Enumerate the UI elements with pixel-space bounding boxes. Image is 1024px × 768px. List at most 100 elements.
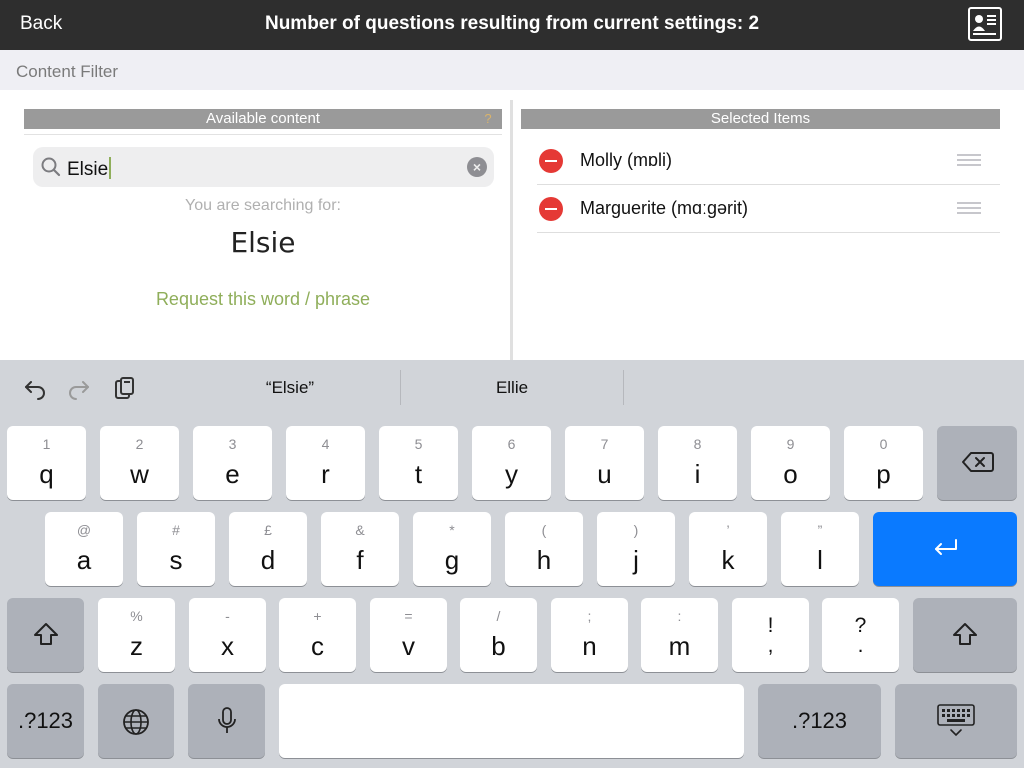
key-label-top: ! (767, 614, 774, 637)
suggestion-item[interactable]: “Elsie” (180, 378, 400, 398)
key-y[interactable]: 6y (472, 426, 551, 500)
key-l[interactable]: ” l (781, 512, 859, 586)
globe-key[interactable] (98, 684, 174, 758)
selected-item-row[interactable]: Marguerite (mɑːgərit) (537, 185, 1000, 233)
redo-icon[interactable] (67, 376, 91, 400)
clear-search-icon[interactable]: × (467, 157, 487, 177)
search-input[interactable]: Elsie (67, 157, 112, 181)
shift-key-left[interactable] (7, 598, 84, 672)
dictation-key[interactable] (188, 684, 265, 758)
key-m[interactable]: :m (641, 598, 718, 672)
key-label: .?123 (17, 708, 74, 733)
key-label: t (414, 459, 423, 489)
key-j[interactable]: ) j (597, 512, 675, 586)
delete-key[interactable] (937, 426, 1017, 500)
remove-item-button[interactable] (539, 197, 563, 221)
panel-divider (510, 100, 513, 360)
key-h[interactable]: (h (505, 512, 583, 586)
top-bar: Back Number of questions resulting from … (0, 0, 1024, 50)
key-label: r (321, 459, 330, 489)
key-hint: 5 (414, 436, 423, 452)
key-hint: 9 (786, 436, 795, 452)
header-divider (24, 134, 502, 135)
key-exclamation-comma[interactable]: ! , (732, 598, 809, 672)
key-label: y (505, 459, 518, 489)
key-hint: 0 (879, 436, 888, 452)
key-s[interactable]: # s (137, 512, 215, 586)
key-hint: % (130, 608, 143, 624)
request-word-link[interactable]: Request this word / phrase (24, 289, 502, 310)
key-label: h (536, 545, 552, 575)
key-label: j (633, 545, 639, 575)
help-icon[interactable]: ? (482, 111, 494, 127)
key-label: n (582, 631, 597, 661)
key-t[interactable]: 5t (379, 426, 458, 500)
key-hint: & (355, 522, 365, 538)
key-u[interactable]: 7u (565, 426, 644, 500)
key-label: q (39, 459, 54, 489)
undo-icon[interactable] (23, 376, 47, 400)
key-hint: 6 (507, 436, 516, 452)
key-z[interactable]: % z (98, 598, 175, 672)
shift-icon (953, 623, 977, 645)
key-label: l (817, 545, 823, 575)
selected-item-row[interactable]: Molly (mɒli) (537, 137, 1000, 185)
key-c[interactable]: + c (279, 598, 356, 672)
key-hint: : (677, 608, 682, 624)
key-label: o (783, 459, 798, 489)
profile-card-icon-graphic (973, 15, 996, 35)
key-f[interactable]: & f (321, 512, 399, 586)
key-hint: = (404, 608, 413, 624)
search-field[interactable]: Elsie × (33, 147, 494, 187)
numbers-key-right[interactable]: .?123 (758, 684, 881, 758)
key-hint: 2 (135, 436, 144, 452)
selected-item-label: Molly (mɒli) (580, 150, 672, 170)
key-label: z (130, 631, 143, 661)
page-title: Number of questions resulting from curre… (264, 13, 760, 34)
backspace-icon (962, 452, 994, 472)
remove-item-button[interactable] (539, 149, 563, 173)
return-icon (935, 539, 957, 555)
key-e[interactable]: 3e (193, 426, 272, 500)
key-g[interactable]: * g (413, 512, 491, 586)
paste-icon[interactable] (112, 376, 136, 400)
key-x[interactable]: -x (189, 598, 266, 672)
key-k[interactable]: ’ k (689, 512, 767, 586)
key-label-bottom: . (857, 634, 864, 657)
keyboard-toolbar: “Elsie” Ellie (0, 360, 1024, 416)
key-label-top: ? (854, 614, 867, 637)
key-d[interactable]: £ d (229, 512, 307, 586)
globe-icon (123, 709, 149, 735)
return-key[interactable] (873, 512, 1017, 586)
key-q[interactable]: 1q (7, 426, 86, 500)
key-hint: + (313, 608, 322, 624)
key-v[interactable]: = v (370, 598, 447, 672)
key-w[interactable]: 2w (100, 426, 179, 500)
searching-for-label: You are searching for: (185, 197, 341, 214)
key-n[interactable]: ; n (551, 598, 628, 672)
content-filter-label: Content Filter (16, 62, 119, 81)
key-question-period[interactable]: ? . (822, 598, 899, 672)
drag-handle-icon[interactable] (957, 154, 981, 166)
key-a[interactable]: @ a (45, 512, 123, 586)
dismiss-keyboard-key[interactable] (895, 684, 1017, 758)
key-i[interactable]: 8i (658, 426, 737, 500)
key-label: p (876, 459, 891, 489)
key-hint: 4 (321, 436, 330, 452)
key-p[interactable]: 0p (844, 426, 923, 500)
key-b[interactable]: / b (460, 598, 537, 672)
profile-card-icon[interactable] (968, 7, 1002, 41)
key-hint: 7 (600, 436, 609, 452)
key-o[interactable]: 9o (751, 426, 830, 500)
key-hint: 1 (42, 436, 51, 452)
key-label: w (130, 459, 149, 489)
numbers-key-left[interactable]: .?123 (7, 684, 84, 758)
drag-handle-icon[interactable] (957, 202, 981, 214)
key-hint: # (172, 522, 180, 538)
key-hint: 8 (693, 436, 702, 452)
suggestion-divider (623, 370, 624, 405)
suggestion-item[interactable]: Ellie (401, 378, 623, 398)
space-bar[interactable] (279, 684, 744, 758)
shift-key-right[interactable] (913, 598, 1017, 672)
key-r[interactable]: 4r (286, 426, 365, 500)
